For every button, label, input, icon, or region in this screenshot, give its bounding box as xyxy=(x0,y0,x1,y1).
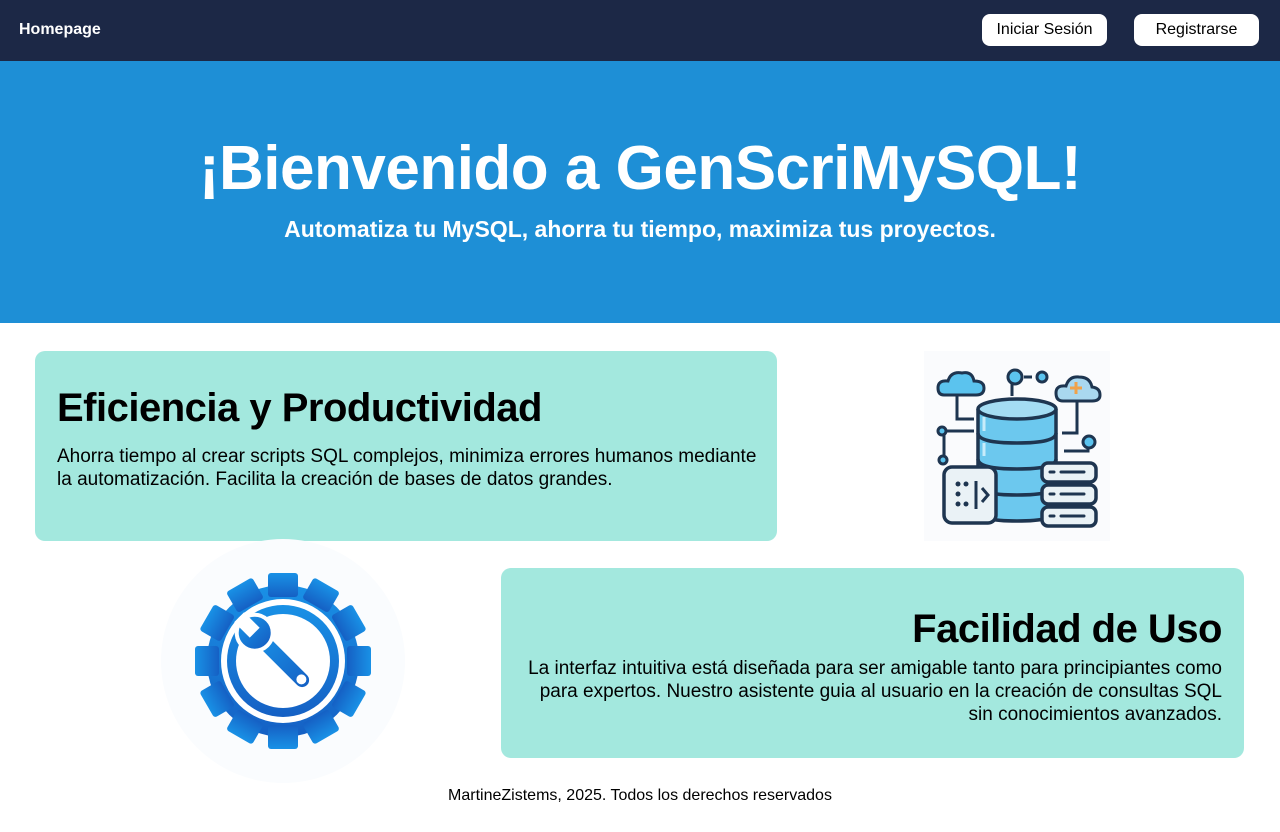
hero-subtitle: Automatiza tu MySQL, ahorra tu tiempo, m… xyxy=(284,216,996,242)
hero-banner: ¡Bienvenido a GenScriMySQL! Automatiza t… xyxy=(0,61,1280,323)
feature-title: Eficiencia y Productividad xyxy=(57,386,542,430)
gear-wrench-icon xyxy=(160,538,406,784)
feature-text: Ahorra tiempo al crear scripts SQL compl… xyxy=(57,446,757,490)
feature-text: La interfaz intuitiva está diseñada para… xyxy=(528,658,1222,725)
register-button[interactable]: Registrarse xyxy=(1134,14,1259,46)
hero-title: ¡Bienvenido a GenScriMySQL! xyxy=(198,134,1082,203)
homepage-link[interactable]: Homepage xyxy=(19,20,101,40)
footer-copyright: MartineZistems, 2025. Todos los derechos… xyxy=(448,787,832,804)
feature-card-efficiency: Eficiencia y Productividad Ahorra tiempo… xyxy=(35,351,777,541)
top-navbar: Homepage Iniciar Sesión Registrarse xyxy=(0,0,1280,61)
database-cloud-icon xyxy=(924,351,1110,541)
feature-card-usability: Facilidad de Uso La interfaz intuitiva e… xyxy=(501,568,1244,758)
feature-title: Facilidad de Uso xyxy=(912,607,1222,651)
login-button[interactable]: Iniciar Sesión xyxy=(982,14,1107,46)
